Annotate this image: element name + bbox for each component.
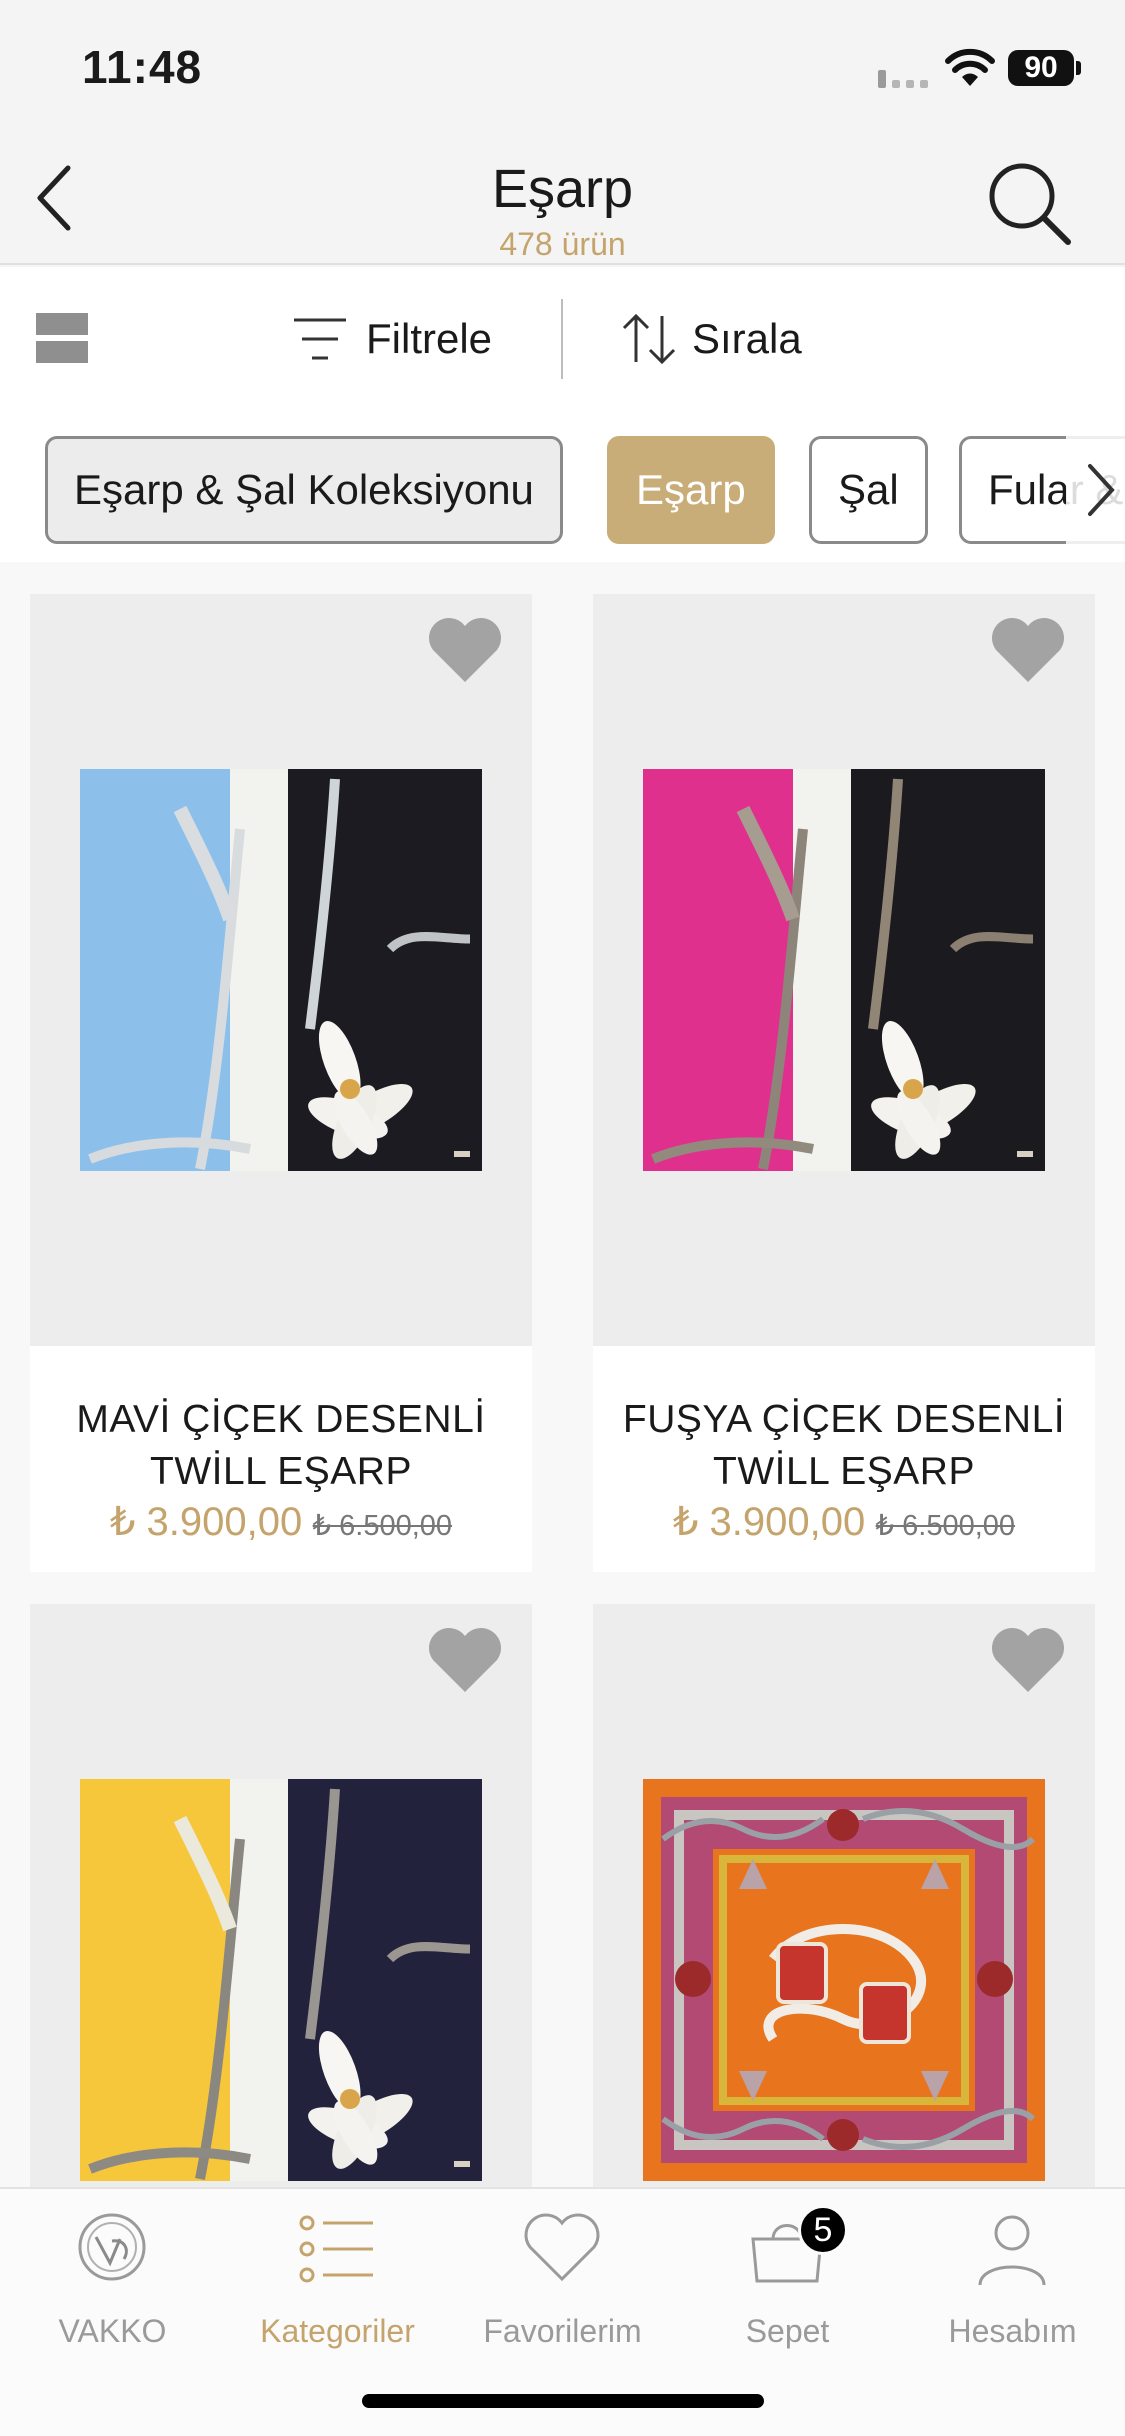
tab-kategoriler[interactable]: Kategoriler xyxy=(225,2209,450,2359)
user-icon xyxy=(978,2215,1046,2286)
price-row: ₺ 3.900,00 ₺ 6.500,00 xyxy=(30,1499,532,1545)
original-price: ₺ 6.500,00 xyxy=(875,1510,1016,1542)
filter-button[interactable]: Filtrele xyxy=(292,309,492,369)
scarf-image xyxy=(643,1779,1045,2181)
favorite-heart-icon[interactable] xyxy=(988,1624,1068,1696)
status-bar: 11:48 90 xyxy=(0,0,1125,140)
vakko-logo-icon xyxy=(78,2213,146,2281)
search-icon[interactable] xyxy=(984,158,1074,248)
list-icon xyxy=(299,2215,373,2283)
sale-price: ₺ 3.900,00 xyxy=(109,1500,303,1544)
original-price: ₺ 6.500,00 xyxy=(312,1510,453,1542)
wifi-icon xyxy=(945,48,995,86)
chip-eşarp[interactable]: Eşarp xyxy=(607,436,775,544)
product-image xyxy=(30,594,532,1346)
product-image xyxy=(593,594,1095,1346)
tab-vakko[interactable]: VAKKO xyxy=(0,2209,225,2359)
chip-şal[interactable]: Şal xyxy=(809,436,928,544)
status-time: 11:48 xyxy=(82,41,203,93)
layout-icon xyxy=(36,341,88,363)
scarf-image xyxy=(643,769,1045,1171)
product-card[interactable]: MAVİ ÇİÇEK DESENLİ TWİLL EŞARP ₺ 3.900,0… xyxy=(30,594,532,1572)
favorite-heart-icon[interactable] xyxy=(425,614,505,686)
battery-tip xyxy=(1076,61,1081,75)
category-chips: Eşarp & Şal Koleksiyonu Eşarp Şal Fular … xyxy=(0,407,1125,562)
chips-scroll-right[interactable] xyxy=(1066,436,1125,544)
sort-button[interactable]: Sırala xyxy=(620,309,802,369)
favorite-heart-icon[interactable] xyxy=(425,1624,505,1696)
tab-sepet[interactable]: 5 Sepet xyxy=(675,2205,900,2359)
product-image xyxy=(30,1604,532,2187)
tab-label: Sepet xyxy=(745,2313,830,2349)
scarf-image xyxy=(80,1779,482,2181)
tab-label: Hesabım xyxy=(948,2313,1077,2349)
product-card[interactable]: FUŞYA ÇİÇEK DESENLİ TWİLL EŞARP ₺ 3.900,… xyxy=(593,594,1095,1572)
price-row: ₺ 3.900,00 ₺ 6.500,00 xyxy=(593,1499,1095,1545)
cart-badge: 5 xyxy=(798,2205,848,2255)
product-title: FUŞYA ÇİÇEK DESENLİ TWİLL EŞARP xyxy=(622,1398,1066,1493)
chevron-right-icon xyxy=(1088,464,1115,516)
product-count: 478 ürün xyxy=(499,226,626,262)
product-card[interactable] xyxy=(30,1604,532,2187)
toolbar: Filtrele Sırala xyxy=(0,267,1125,407)
tab-label: Kategoriler xyxy=(260,2313,415,2349)
scarf-image xyxy=(80,769,482,1171)
sort-icon xyxy=(622,313,676,365)
toolbar-divider xyxy=(561,299,563,379)
tab-hesabim[interactable]: Hesabım xyxy=(900,2209,1125,2359)
product-title: MAVİ ÇİÇEK DESENLİ TWİLL EŞARP xyxy=(76,1398,486,1493)
product-grid: MAVİ ÇİÇEK DESENLİ TWİLL EŞARP ₺ 3.900,0… xyxy=(0,562,1125,2187)
cellular-signal-icon xyxy=(878,70,928,88)
page-title: Eşarp xyxy=(491,159,634,219)
tab-label: Favorilerim xyxy=(483,2313,642,2349)
view-toggle-button[interactable] xyxy=(36,313,88,365)
tab-favorilerim[interactable]: Favorilerim xyxy=(450,2209,675,2359)
heart-icon xyxy=(524,2213,600,2282)
header: Eşarp 478 ürün xyxy=(0,140,1125,265)
favorite-heart-icon[interactable] xyxy=(988,614,1068,686)
sale-price: ₺ 3.900,00 xyxy=(672,1500,866,1544)
battery-icon: 90 xyxy=(1008,50,1074,86)
product-card[interactable] xyxy=(593,1604,1095,2187)
product-image xyxy=(593,1604,1095,2187)
filter-icon xyxy=(294,318,346,360)
chip-eşarp-şal-koleksiyonu[interactable]: Eşarp & Şal Koleksiyonu xyxy=(45,436,563,544)
filter-label: Filtrele xyxy=(366,315,493,362)
layout-icon xyxy=(36,313,88,335)
home-indicator xyxy=(362,2394,764,2408)
tab-label: VAKKO xyxy=(58,2313,167,2349)
sort-label: Sırala xyxy=(692,315,802,362)
